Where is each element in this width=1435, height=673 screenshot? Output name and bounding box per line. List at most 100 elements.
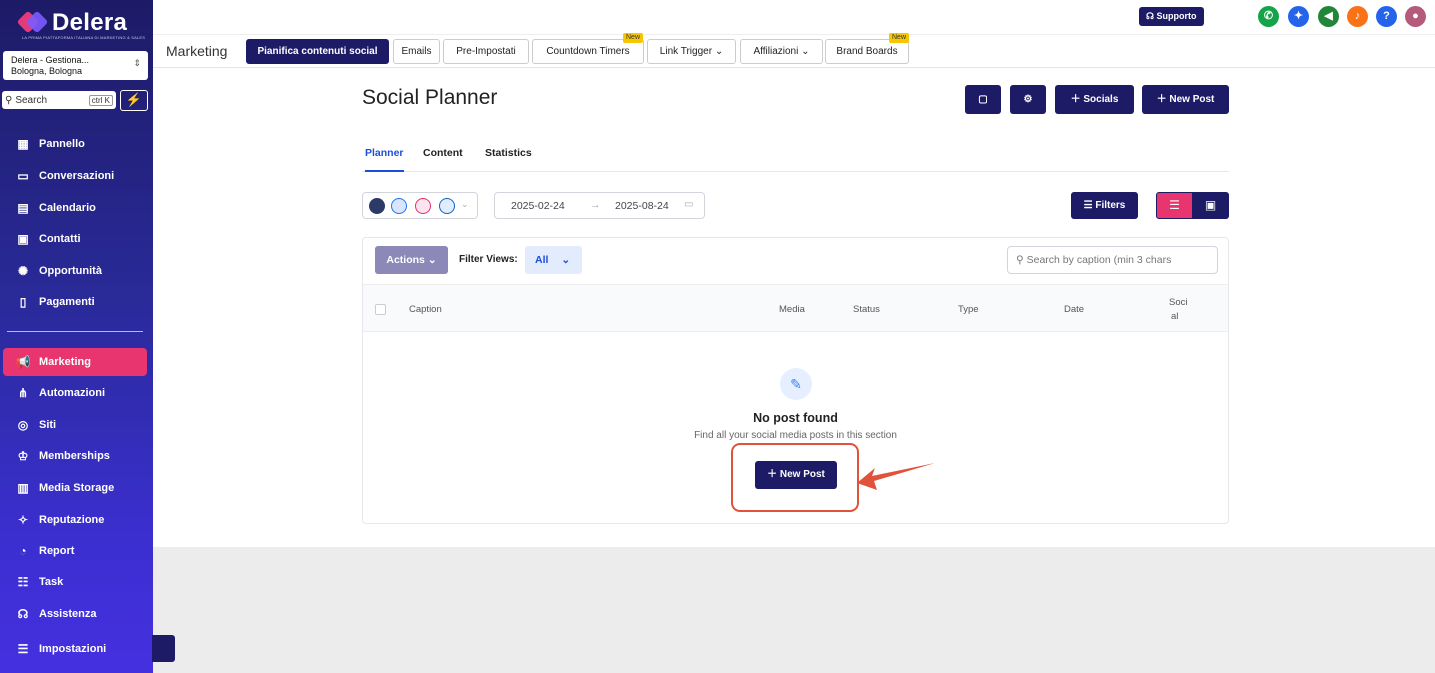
- list-view-toggle[interactable]: ☰: [1156, 192, 1193, 219]
- actions-dropdown[interactable]: Actions ⌄: [375, 246, 448, 274]
- phone-icon[interactable]: ✆: [1258, 6, 1279, 27]
- planner-tabs: Planner Content Statistics: [362, 145, 1229, 172]
- sidebar-search[interactable]: ⚲ Search ctrl K: [2, 91, 116, 109]
- table-header: Caption Media Status Type Date Soci al: [363, 284, 1228, 332]
- tab-emails[interactable]: Emails: [393, 39, 440, 64]
- col-media: Media: [779, 304, 805, 315]
- sidebar-item-opportunita[interactable]: ✺ Opportunità: [3, 257, 147, 285]
- edit-icon: ✎: [780, 368, 812, 400]
- bell-icon[interactable]: ♪: [1347, 6, 1368, 27]
- support-button[interactable]: ☊ Supporto: [1139, 7, 1204, 26]
- actions-label: Actions: [386, 254, 425, 266]
- search-icon: ⚲: [5, 94, 13, 106]
- calendar-icon: ▤: [17, 201, 29, 215]
- avatar[interactable]: ●: [1405, 6, 1426, 27]
- tab-pre-impostati[interactable]: Pre-Impostati: [443, 39, 529, 64]
- location-name: Delera - Gestiona...: [11, 55, 90, 65]
- search-icon: ⚲: [1016, 254, 1024, 266]
- chevron-down-icon: ⌄: [461, 199, 469, 209]
- socials-label: Socials: [1083, 94, 1119, 105]
- sidebar-item-impostazioni[interactable]: ☰ Impostazioni: [3, 635, 147, 663]
- megaphone-icon: 📢: [15, 355, 31, 369]
- sidebar-item-label: Automazioni: [39, 387, 105, 399]
- support-label: Supporto: [1156, 11, 1197, 21]
- calendar-view-toggle[interactable]: ▣: [1192, 192, 1229, 219]
- tab-link-trigger[interactable]: Link Trigger ⌄: [647, 39, 736, 64]
- settings-button[interactable]: ⚙: [1010, 85, 1046, 114]
- sidebar-item-media-storage[interactable]: ▥ Media Storage: [3, 474, 147, 502]
- tab-planner[interactable]: Planner: [365, 147, 404, 172]
- sidebar-divider: [7, 331, 143, 332]
- arrow-right-icon: →: [590, 199, 601, 211]
- tab-content[interactable]: Content: [423, 147, 463, 172]
- tab-pianifica-contenuti-social[interactable]: Pianifica contenuti social: [246, 39, 389, 64]
- date-range-picker[interactable]: 2025-02-24 → 2025-08-24 ▭: [494, 192, 705, 219]
- sidebar-item-automazioni[interactable]: ⋔ Automazioni: [3, 379, 147, 407]
- crown-icon: ♔: [17, 449, 29, 463]
- feedback-icon: ▢: [978, 94, 988, 105]
- feedback-button[interactable]: ▢: [965, 85, 1001, 114]
- gear-icon: ⚙: [1023, 94, 1033, 105]
- social-accounts-picker[interactable]: ⌄: [362, 192, 478, 219]
- sidebar-item-siti[interactable]: ◎ Siti: [3, 411, 147, 439]
- caption-search-input[interactable]: ⚲ Search by caption (min 3 chars: [1007, 246, 1218, 274]
- sidebar-item-label: Impostazioni: [39, 643, 107, 655]
- new-badge: New: [623, 33, 644, 43]
- sidebar-item-label: Task: [39, 576, 64, 588]
- storage-icon: ▥: [17, 481, 29, 495]
- quick-actions-bolt-icon[interactable]: ⚡: [120, 90, 148, 111]
- sidebar-item-conversazioni[interactable]: ▭ Conversazioni: [3, 162, 147, 190]
- page-title: Social Planner: [362, 86, 498, 109]
- top-header: ☊ Supporto ✆ ✦ ◀ ♪ ? ●: [153, 0, 1435, 34]
- plus-icon: ＋: [767, 469, 778, 480]
- help-icon[interactable]: ?: [1376, 6, 1397, 27]
- sidebar-item-contatti[interactable]: ▣ Contatti: [3, 225, 147, 253]
- sidebar-item-pagamenti[interactable]: ▯ Pagamenti: [3, 288, 147, 316]
- sidebar-item-label: Marketing: [39, 356, 91, 368]
- location-switcher[interactable]: Delera - Gestiona... Bologna, Bologna ⇕: [3, 51, 148, 80]
- caption-search-placeholder: Search by caption (min 3 chars: [1026, 254, 1172, 266]
- new-post-button[interactable]: ＋ New Post: [1142, 85, 1229, 114]
- linkedin-icon: [439, 198, 455, 214]
- add-socials-button[interactable]: ＋ Socials: [1055, 85, 1134, 114]
- sidebar-item-label: Siti: [39, 419, 57, 431]
- section-title: Marketing: [166, 43, 228, 59]
- sidebar-item-label: Opportunità: [39, 265, 102, 277]
- sidebar-item-label: Conversazioni: [39, 170, 115, 182]
- calendar-icon: ▭: [684, 199, 694, 210]
- task-icon: ☷: [17, 575, 29, 589]
- list-icon: ☰: [1169, 198, 1180, 212]
- tab-affiliazioni[interactable]: Affiliazioni ⌄: [740, 39, 823, 64]
- sidebar-item-reputazione[interactable]: ✧ Reputazione: [3, 506, 147, 534]
- plus-icon: ＋: [1070, 94, 1081, 105]
- announcement-icon[interactable]: ◀: [1318, 6, 1339, 27]
- plus-icon: ＋: [1156, 94, 1167, 105]
- empty-new-post-button[interactable]: ＋ New Post: [755, 461, 837, 489]
- filter-views-select[interactable]: All ⌄: [525, 246, 582, 274]
- sidebar-collapse-handle[interactable]: [152, 635, 175, 662]
- sidebar-item-memberships[interactable]: ♔ Memberships: [3, 442, 147, 470]
- account-avatar: [369, 198, 385, 214]
- opportunity-icon: ✺: [17, 264, 29, 278]
- location-city: Bologna, Bologna: [11, 66, 83, 76]
- tab-statistics[interactable]: Statistics: [485, 147, 532, 172]
- select-all-checkbox[interactable]: [375, 304, 386, 315]
- star-icon: ✧: [17, 513, 29, 527]
- sidebar-item-label: Report: [39, 545, 75, 557]
- brand-tagline: LA PRIMA PIATTAFORMA ITALIANA DI MARKETI…: [22, 35, 146, 40]
- sidebar-item-calendario[interactable]: ▤ Calendario: [3, 194, 147, 222]
- sidebar-item-label: Calendario: [39, 202, 96, 214]
- sidebar-item-assistenza[interactable]: ☊ Assistenza: [3, 600, 147, 628]
- col-status: Status: [853, 304, 880, 315]
- col-type: Type: [958, 304, 979, 315]
- logo[interactable]: Delera: [16, 9, 127, 37]
- sidebar-item-marketing[interactable]: 📢 Marketing: [3, 348, 147, 376]
- sidebar-item-task[interactable]: ☷ Task: [3, 568, 147, 596]
- sidebar-item-report[interactable]: ◔ Report: [3, 537, 147, 565]
- sidebar-item-pannello[interactable]: ▦ Pannello: [3, 130, 147, 158]
- filter-icon: ☰: [1083, 200, 1093, 211]
- chevron-down-icon: ⌄: [427, 254, 437, 266]
- ai-sparkle-icon[interactable]: ✦: [1288, 6, 1309, 27]
- col-social-line2: al: [1171, 311, 1179, 322]
- filters-button[interactable]: ☰ Filters: [1071, 192, 1138, 219]
